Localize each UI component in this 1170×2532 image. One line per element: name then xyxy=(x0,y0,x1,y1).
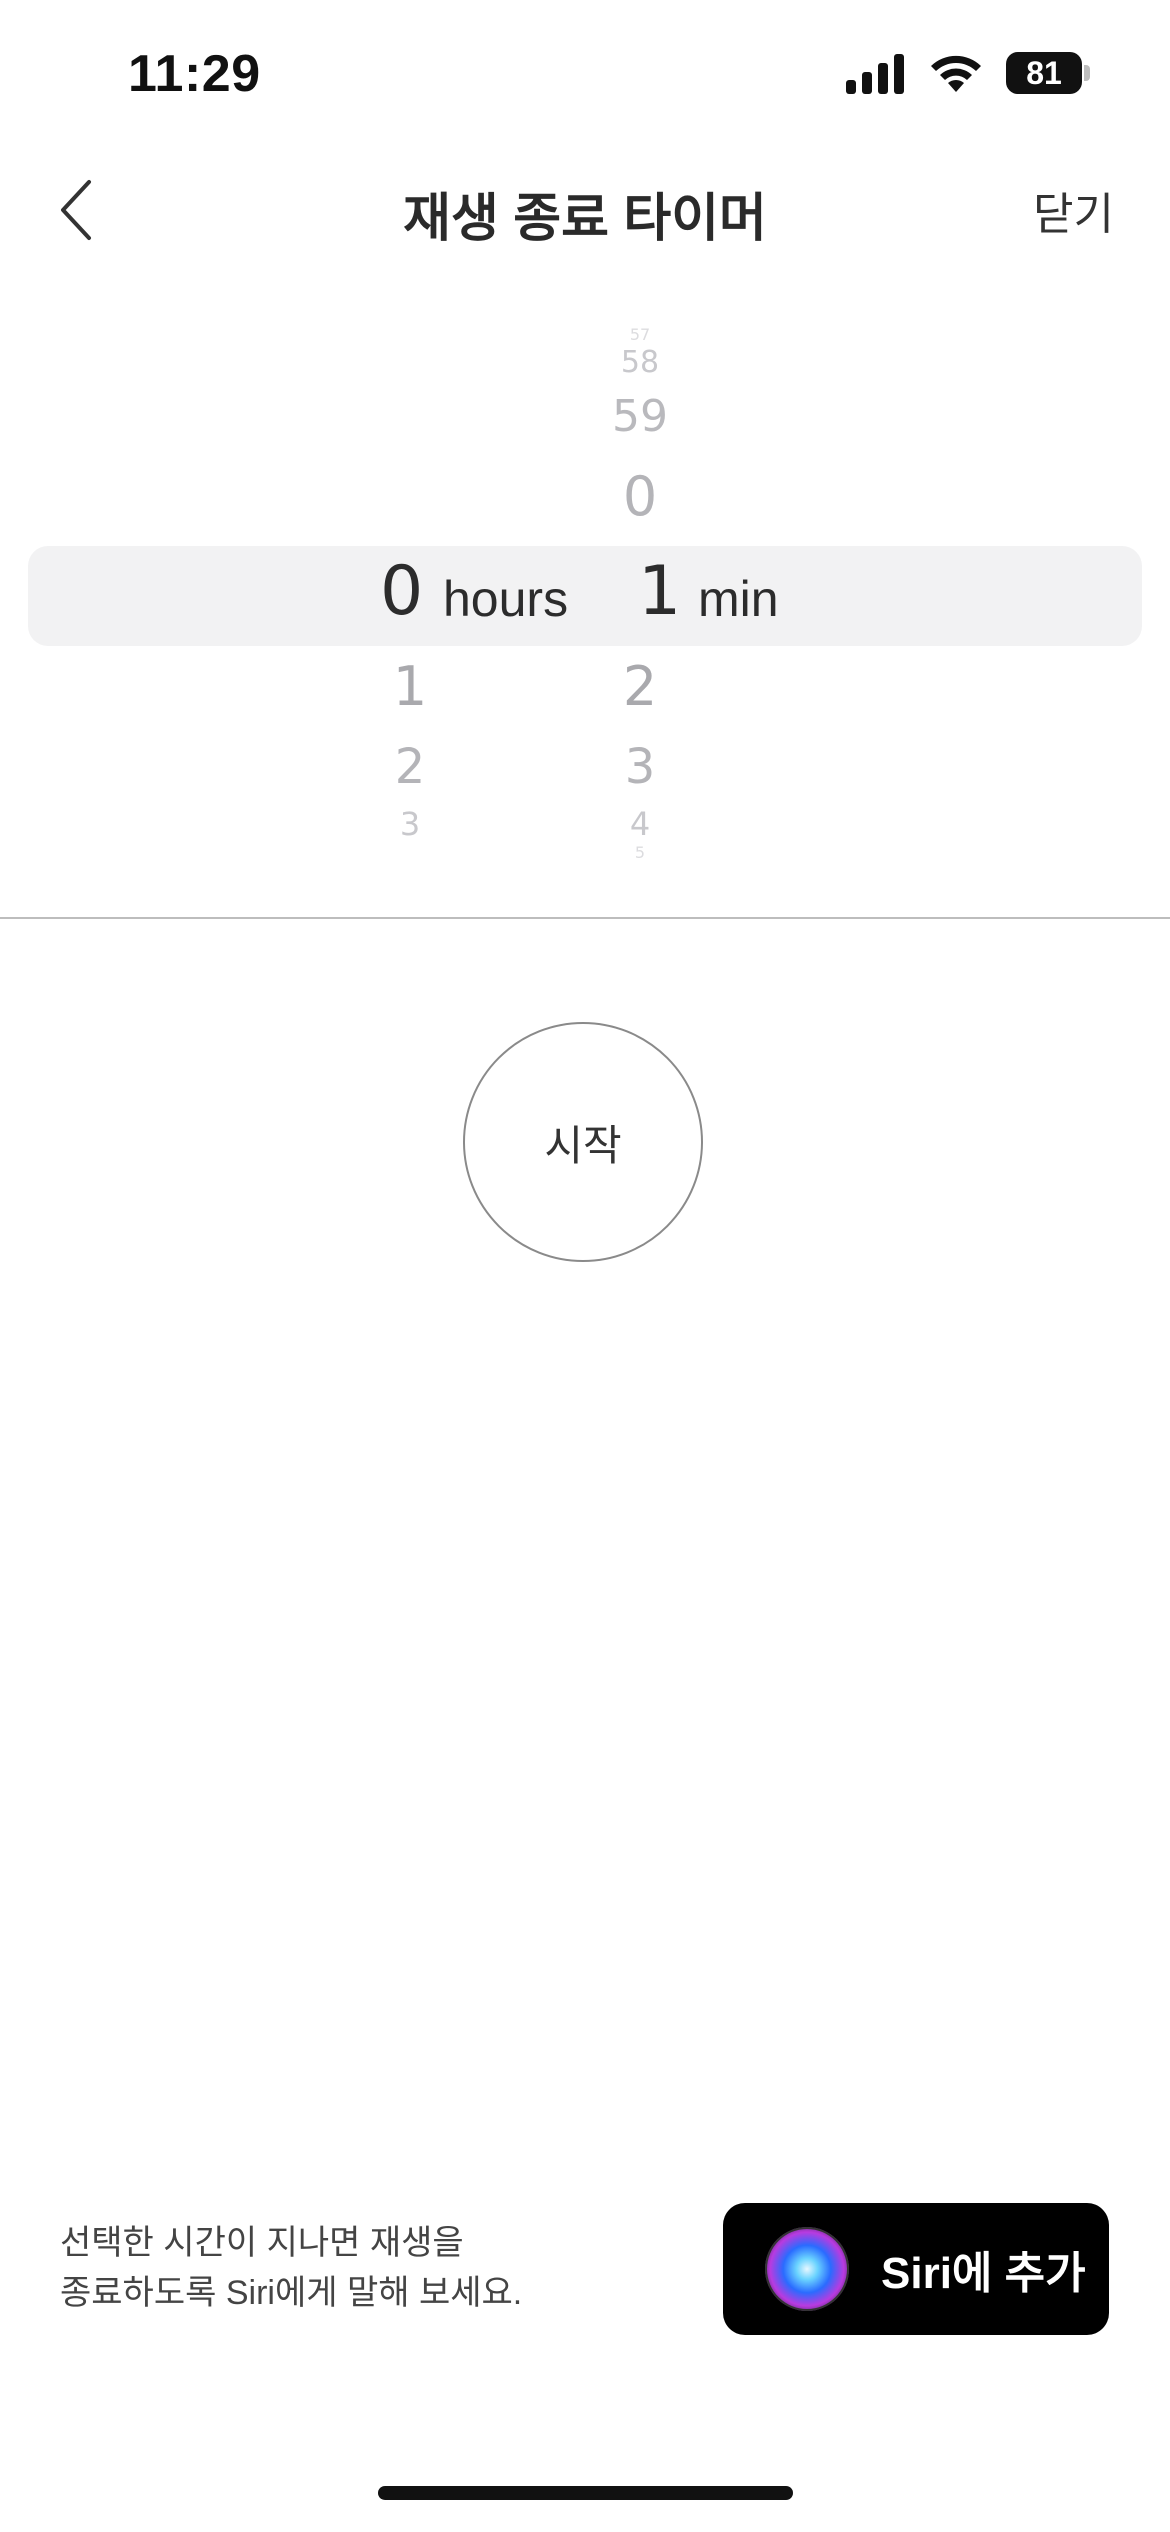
sleep-timer-screen: 11:29 81 재생 종료 타이머 닫기 57 58 59 0 2 3 4 5… xyxy=(0,0,1170,2532)
cellular-signal-icon xyxy=(846,54,904,94)
hours-option[interactable]: 3 xyxy=(360,805,460,843)
siri-description-line: 종료하도록 Siri에게 말해 보세요. xyxy=(60,2274,523,2312)
siri-description: 선택한 시간이 지나면 재생을 종료하도록 Siri에게 말해 보세요. xyxy=(60,2218,680,2318)
hours-option[interactable]: 2 xyxy=(360,739,460,795)
divider xyxy=(0,917,1170,919)
minutes-option[interactable]: 2 xyxy=(590,655,690,718)
minutes-option[interactable]: 5 xyxy=(590,843,690,862)
minutes-unit-label: min xyxy=(698,571,779,627)
siri-icon xyxy=(765,2227,849,2311)
battery-icon: 81 xyxy=(1006,52,1090,94)
hours-option[interactable]: 1 xyxy=(360,655,460,718)
page-title: 재생 종료 타이머 xyxy=(403,190,767,248)
close-button[interactable]: 닫기 xyxy=(1033,178,1114,242)
navigation-bar: 재생 종료 타이머 닫기 xyxy=(0,150,1170,270)
wifi-icon xyxy=(931,55,981,92)
status-time: 11:29 xyxy=(128,45,261,103)
minutes-selected-value[interactable]: 1 xyxy=(638,552,681,631)
siri-description-line: 선택한 시간이 지나면 재생을 xyxy=(60,2224,464,2262)
minutes-option[interactable]: 57 xyxy=(590,325,690,344)
battery-level: 81 xyxy=(1006,52,1082,94)
add-to-siri-label: Siri에 추가 xyxy=(881,2249,1086,2298)
minutes-option[interactable]: 4 xyxy=(590,805,690,843)
start-button[interactable]: 시작 xyxy=(463,1022,703,1262)
minutes-option[interactable]: 3 xyxy=(590,739,690,795)
minutes-option[interactable]: 59 xyxy=(590,391,690,442)
hours-unit-label: hours xyxy=(443,571,569,627)
hours-selected-value[interactable]: 0 xyxy=(380,552,423,631)
minutes-option[interactable]: 58 xyxy=(590,345,690,380)
minutes-option[interactable]: 0 xyxy=(590,465,690,528)
time-picker[interactable]: 57 58 59 0 2 3 4 5 1 2 3 0 hours 1 min xyxy=(0,325,1170,865)
picker-selection-highlight xyxy=(28,546,1142,646)
status-icons: 81 xyxy=(844,52,1090,94)
add-to-siri-button[interactable]: Siri에 추가 xyxy=(723,2203,1109,2335)
battery-cap xyxy=(1084,65,1090,81)
home-indicator[interactable] xyxy=(378,2486,793,2500)
